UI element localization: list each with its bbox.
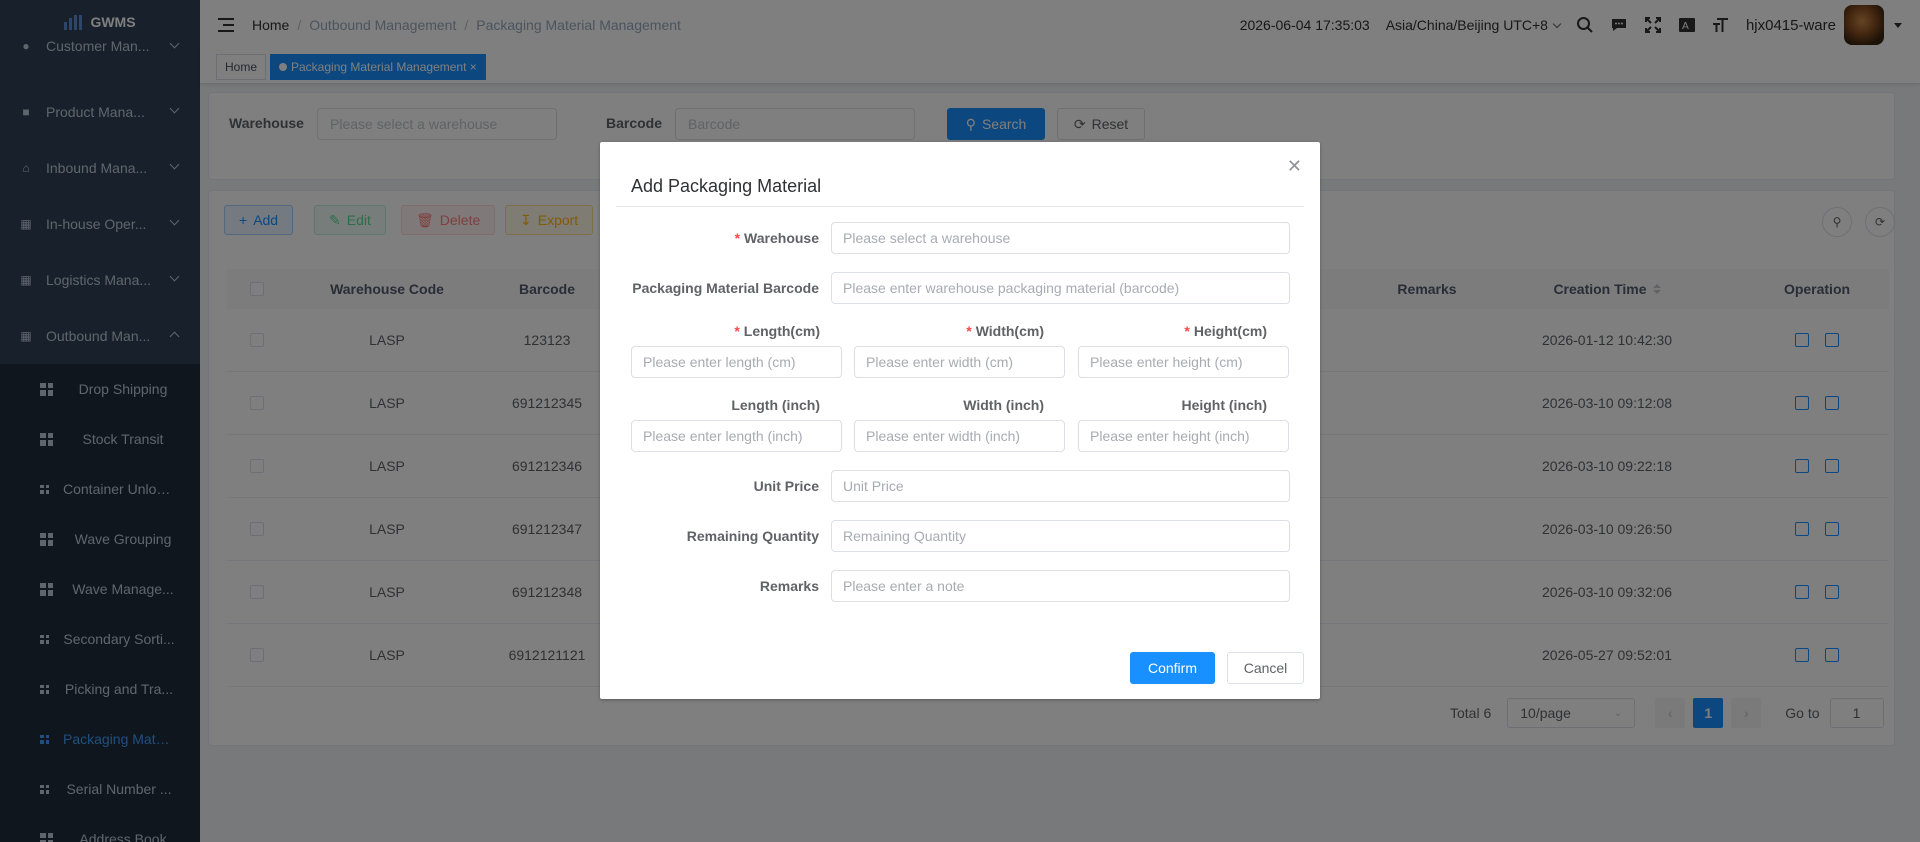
close-icon[interactable]: ✕ bbox=[1287, 156, 1302, 177]
confirm-button[interactable]: Confirm bbox=[1130, 652, 1215, 684]
length-inch-input[interactable]: Please enter length (inch) bbox=[631, 420, 842, 452]
unit-price-input[interactable]: Unit Price bbox=[831, 470, 1290, 502]
remarks-input[interactable]: Please enter a note bbox=[831, 570, 1290, 602]
height-cm-label: * Height(cm) bbox=[1184, 323, 1267, 339]
warehouse-label: * Warehouse bbox=[734, 230, 819, 246]
packaging-barcode-input[interactable]: Please enter warehouse packaging materia… bbox=[831, 272, 1290, 304]
dialog-title: Add Packaging Material bbox=[631, 176, 822, 196]
remaining-quantity-input[interactable]: Remaining Quantity bbox=[831, 520, 1290, 552]
dialog-warehouse-select[interactable]: Please select a warehouse bbox=[831, 222, 1290, 254]
width-cm-label: * Width(cm) bbox=[966, 323, 1044, 339]
width-inch-input[interactable]: Please enter width (inch) bbox=[854, 420, 1065, 452]
remarks-label: Remarks bbox=[759, 578, 819, 594]
packaging-barcode-label: Packaging Material Barcode bbox=[632, 280, 819, 296]
height-cm-input[interactable]: Please enter height (cm) bbox=[1078, 346, 1289, 378]
remaining-quantity-label: Remaining Quantity bbox=[686, 528, 819, 544]
unit-price-label: Unit Price bbox=[753, 478, 819, 494]
cancel-button[interactable]: Cancel bbox=[1227, 652, 1304, 684]
add-packaging-dialog: Add Packaging Material ✕ * Warehouse Plea… bbox=[600, 142, 1320, 699]
length-cm-input[interactable]: Please enter length (cm) bbox=[631, 346, 842, 378]
length-inch-label: Length (inch) bbox=[731, 397, 820, 413]
height-inch-label: Height (inch) bbox=[1181, 397, 1267, 413]
height-inch-input[interactable]: Please enter height (inch) bbox=[1078, 420, 1289, 452]
width-cm-input[interactable]: Please enter width (cm) bbox=[854, 346, 1065, 378]
length-cm-label: * Length(cm) bbox=[734, 323, 820, 339]
width-inch-label: Width (inch) bbox=[963, 397, 1044, 413]
